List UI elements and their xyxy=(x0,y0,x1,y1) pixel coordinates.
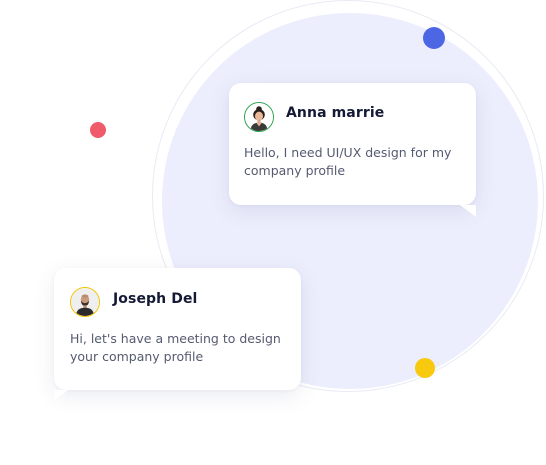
decorative-dot-blue xyxy=(423,27,445,49)
speech-tail xyxy=(54,390,68,401)
man-avatar-icon xyxy=(70,287,100,317)
sender-name: Joseph Del xyxy=(113,291,198,307)
decorative-dot-red xyxy=(90,122,106,138)
speech-tail xyxy=(460,205,476,217)
woman-avatar-icon xyxy=(244,102,274,132)
decorative-dot-yellow xyxy=(415,358,435,378)
chat-illustration: Anna marrie Hello, I need UI/UX design f… xyxy=(0,0,546,465)
message-card-anna: Anna marrie Hello, I need UI/UX design f… xyxy=(229,83,476,217)
message-card-joseph: Joseph Del Hi, let's have a meeting to d… xyxy=(54,268,301,401)
sender-name: Anna marrie xyxy=(286,105,385,121)
message-text: Hi, let's have a meeting to design your … xyxy=(70,331,281,364)
message-text: Hello, I need UI/UX design for my compan… xyxy=(244,145,452,178)
